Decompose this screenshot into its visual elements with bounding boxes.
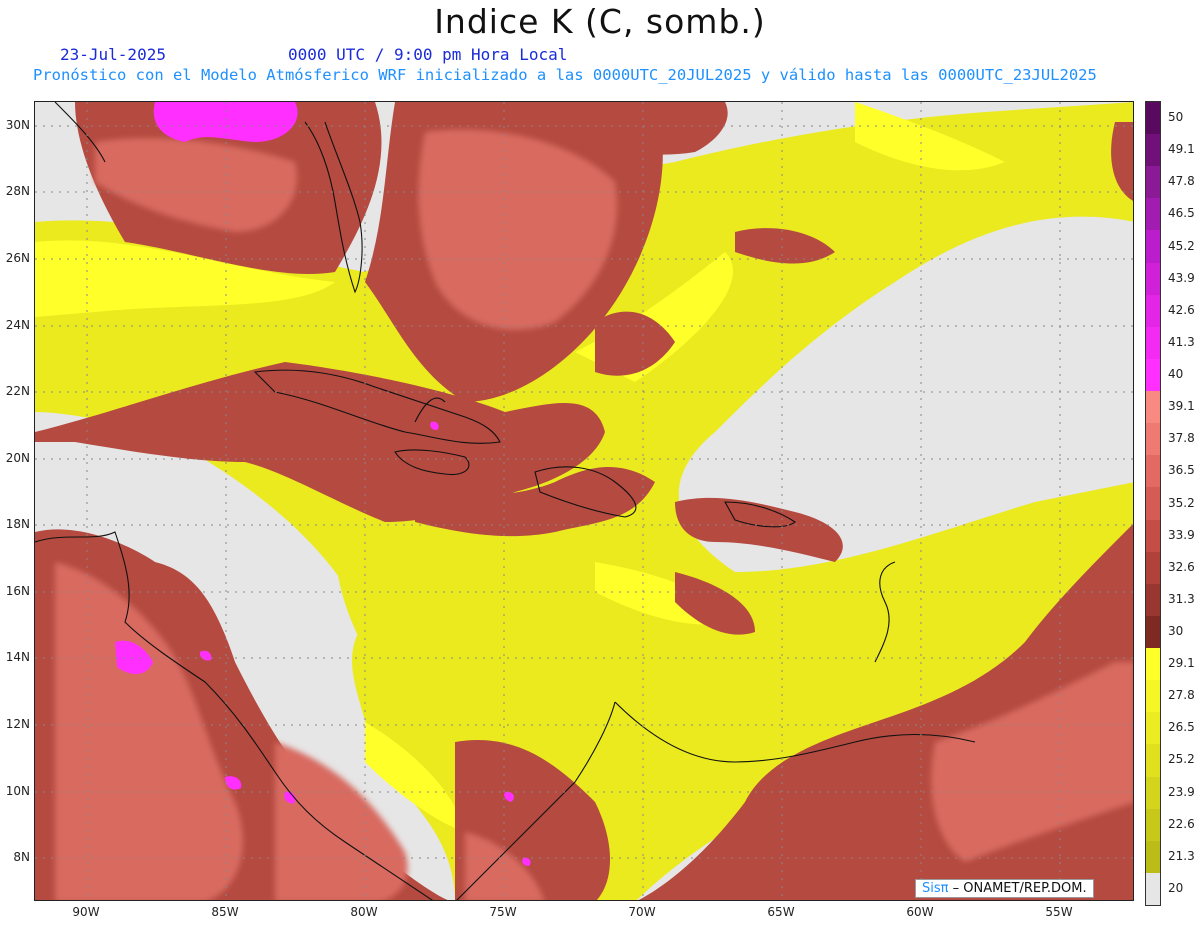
colorbar-label: 27.8 — [1168, 688, 1195, 703]
forecast-time: 0000 UTC / 9:00 pm Hora Local — [288, 45, 568, 64]
colorbar-label: 23.9 — [1168, 784, 1195, 799]
colorbar-label: 50 — [1168, 110, 1184, 125]
colorbar-cell — [1146, 487, 1160, 521]
lat-label: 20N — [5, 451, 30, 465]
credit-box: Sisπ – ONAMET/REP.DOM. — [915, 879, 1094, 898]
colorbar-label: 43.9 — [1168, 270, 1195, 285]
colorbar-cell — [1146, 840, 1160, 874]
colorbar-cell — [1146, 872, 1160, 906]
colorbar-label: 40 — [1168, 367, 1184, 382]
colorbar — [1145, 101, 1161, 906]
lon-label: 70W — [628, 905, 656, 919]
colorbar-cell — [1146, 134, 1160, 167]
colorbar-cell — [1146, 744, 1160, 777]
colorbar-cell — [1146, 648, 1160, 681]
colorbar-cell — [1146, 680, 1160, 713]
colorbar-label: 41.3 — [1168, 334, 1195, 349]
colorbar-label: 32.6 — [1168, 559, 1195, 574]
colorbar-label: 31.3 — [1168, 591, 1195, 606]
colorbar-label: 46.5 — [1168, 206, 1195, 221]
map-title: Indice K (C, somb.) — [434, 2, 766, 41]
lat-label: 10N — [5, 784, 30, 798]
colorbar-cell — [1146, 615, 1160, 649]
lon-label: 65W — [767, 905, 795, 919]
lat-label: 18N — [5, 517, 30, 531]
lat-label: 28N — [5, 184, 30, 198]
lat-label: 26N — [5, 251, 30, 265]
lon-label: 80W — [350, 905, 378, 919]
colorbar-label: 25.2 — [1168, 752, 1195, 767]
lon-label: 85W — [211, 905, 239, 919]
credit-text: – ONAMET/REP.DOM. — [952, 881, 1087, 896]
lat-label: 16N — [5, 584, 30, 598]
colorbar-cell — [1146, 519, 1160, 553]
colorbar-cell — [1146, 583, 1160, 617]
colorbar-label: 42.6 — [1168, 302, 1195, 317]
colorbar-cell — [1146, 358, 1160, 392]
colorbar-label: 33.9 — [1168, 527, 1195, 542]
colorbar-label: 20 — [1168, 880, 1184, 895]
colorbar-label: 26.5 — [1168, 720, 1195, 735]
colorbar-cell — [1146, 712, 1160, 745]
lat-label: 14N — [5, 650, 30, 664]
lon-label: 75W — [489, 905, 517, 919]
colorbar-cell — [1146, 262, 1160, 296]
k-index-map — [34, 101, 1134, 901]
colorbar-cell — [1146, 198, 1160, 231]
credit-brand: Sisπ — [922, 881, 949, 896]
colorbar-label: 30 — [1168, 623, 1184, 638]
colorbar-label: 37.8 — [1168, 431, 1195, 446]
lon-label: 90W — [72, 905, 100, 919]
forecast-date: 23-Jul-2025 — [60, 45, 166, 64]
colorbar-label: 35.2 — [1168, 495, 1195, 510]
colorbar-label: 47.8 — [1168, 174, 1195, 189]
colorbar-label: 49.1 — [1168, 142, 1195, 157]
colorbar-cell — [1146, 391, 1160, 424]
colorbar-label: 39.1 — [1168, 399, 1195, 414]
lon-label: 60W — [906, 905, 934, 919]
colorbar-cell — [1146, 326, 1160, 360]
colorbar-cell — [1146, 102, 1160, 135]
colorbar-label: 29.1 — [1168, 656, 1195, 671]
colorbar-label: 21.3 — [1168, 848, 1195, 863]
colorbar-label: 45.2 — [1168, 238, 1195, 253]
lat-label: 12N — [5, 717, 30, 731]
lat-label: 30N — [5, 118, 30, 132]
colorbar-cell — [1146, 551, 1160, 585]
colorbar-label: 22.6 — [1168, 816, 1195, 831]
colorbar-cell — [1146, 294, 1160, 328]
map-canvas — [35, 102, 1133, 900]
colorbar-cell — [1146, 166, 1160, 199]
lon-label: 55W — [1045, 905, 1073, 919]
colorbar-cell — [1146, 776, 1160, 810]
colorbar-cell — [1146, 808, 1160, 842]
colorbar-label: 36.5 — [1168, 463, 1195, 478]
colorbar-cell — [1146, 230, 1160, 264]
forecast-description: Pronóstico con el Modelo Atmósferico WRF… — [33, 66, 1097, 84]
colorbar-cell — [1146, 423, 1160, 456]
colorbar-cell — [1146, 455, 1160, 488]
lat-label: 8N — [13, 850, 30, 864]
lat-label: 24N — [5, 318, 30, 332]
lat-label: 22N — [5, 384, 30, 398]
